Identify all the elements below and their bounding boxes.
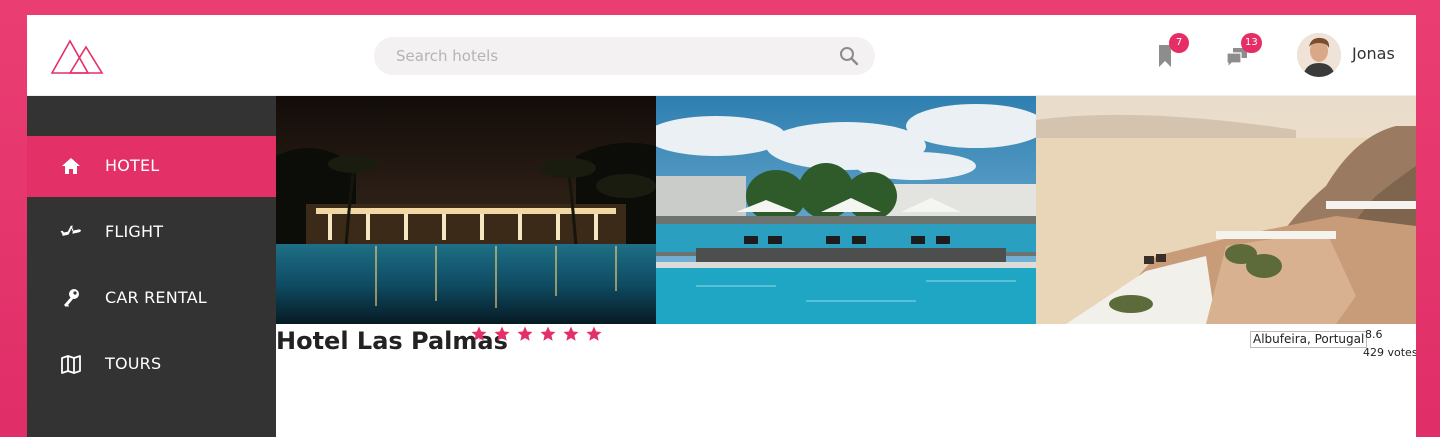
star-icon <box>517 326 533 341</box>
user-name: Jonas <box>1352 44 1395 63</box>
sidebar-item-label: TOURS <box>105 354 162 373</box>
seaside-terrace-photo[interactable] <box>1036 96 1416 324</box>
key-icon <box>64 289 79 307</box>
messages-button[interactable]: 13 <box>1223 33 1262 73</box>
sidebar-item-label: CAR RENTAL <box>105 288 207 307</box>
rating-count: 429 votes <box>1363 346 1416 359</box>
avatar <box>1297 33 1341 77</box>
app-window: 7 13 Jonas <box>27 15 1416 437</box>
star-icon <box>471 326 487 341</box>
sidebar-item-label: HOTEL <box>105 156 160 175</box>
logo-icon[interactable] <box>50 37 104 75</box>
home-icon <box>62 158 80 174</box>
sidebar-item-flight[interactable]: FLIGHT <box>27 202 276 263</box>
search-icon[interactable] <box>839 46 859 66</box>
airplane-icon <box>60 225 81 236</box>
bookmarks-badge: 7 <box>1169 33 1189 53</box>
bookmarks-button[interactable]: 7 <box>1151 33 1189 73</box>
messages-badge: 13 <box>1241 33 1262 53</box>
day-pool-photo[interactable] <box>656 96 1036 324</box>
star-icon <box>586 326 602 341</box>
star-icon <box>494 326 510 341</box>
sidebar: HOTEL FLIGHT CAR RENTAL TOURS <box>27 96 276 437</box>
star-icon <box>563 326 579 341</box>
header: 7 13 Jonas <box>27 15 1416 96</box>
hotel-gallery <box>276 96 1416 324</box>
sidebar-item-label: FLIGHT <box>105 222 164 241</box>
search-bar <box>374 37 875 75</box>
rating-score: 8.6 <box>1365 328 1383 341</box>
sidebar-item-tours[interactable]: TOURS <box>27 334 276 395</box>
hotel-location-button[interactable]: Albufeira, Portugal <box>1250 331 1368 348</box>
sidebar-item-car-rental[interactable]: CAR RENTAL <box>27 268 276 329</box>
star-icon <box>540 326 556 341</box>
search-input[interactable] <box>396 37 826 75</box>
map-icon <box>61 355 81 374</box>
night-pool-photo[interactable] <box>276 96 656 324</box>
sidebar-item-hotel[interactable]: HOTEL <box>27 136 276 197</box>
